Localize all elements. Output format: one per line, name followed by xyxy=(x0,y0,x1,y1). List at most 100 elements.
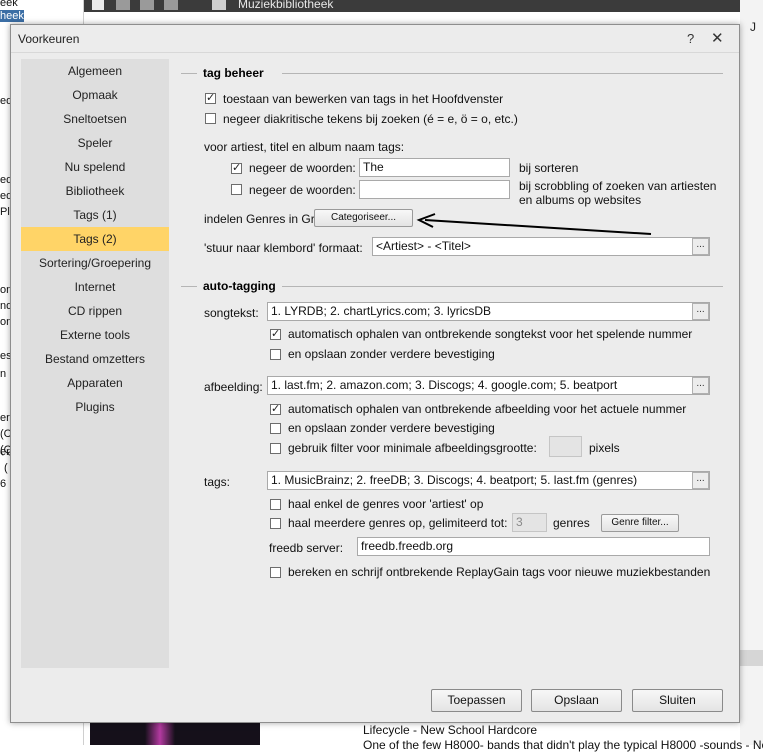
nav-item-sneltoetsen[interactable]: Sneltoetsen xyxy=(21,107,169,131)
tags-sources-options-button[interactable]: ... xyxy=(692,472,709,489)
artwork-label: afbeelding: xyxy=(204,380,263,394)
section-rule xyxy=(181,286,197,287)
nav-item-algemeen[interactable]: Algemeen xyxy=(21,59,169,83)
preferences-nav: Algemeen Opmaak Sneltoetsen Speler Nu sp… xyxy=(21,59,169,668)
lyrics-auto-label: automatisch ophalen van ontbrekende song… xyxy=(288,327,693,341)
background-sidebar-text: ( xyxy=(4,462,8,474)
artwork-sources-input[interactable]: 1. last.fm; 2. amazon.com; 3. Discogs; 4… xyxy=(267,376,710,395)
genre-limit-input[interactable]: 3 xyxy=(512,513,547,532)
nav-item-opmaak[interactable]: Opmaak xyxy=(21,83,169,107)
nav-item-speler[interactable]: Speler xyxy=(21,131,169,155)
artwork-save-label: en opslaan zonder verdere bevestiging xyxy=(288,421,495,435)
apply-button[interactable]: Toepassen xyxy=(431,689,522,712)
background-album-art xyxy=(90,723,260,745)
ignore-words-scrobble-checkbox[interactable] xyxy=(231,184,242,195)
section-rule xyxy=(282,286,723,287)
background-sidebar-text: heek xyxy=(0,10,24,22)
nav-item-nu-spelend[interactable]: Nu spelend xyxy=(21,155,169,179)
artist-genres-label: haal enkel de genres voor 'artiest' op xyxy=(288,497,484,511)
dialog-titlebar: Voorkeuren ? ✕ xyxy=(11,25,739,53)
background-right-text: J xyxy=(750,20,756,34)
genres-label: indelen Genres in Gr xyxy=(204,212,315,226)
background-track-description: One of the few H8000- bands that didn't … xyxy=(363,738,763,752)
nav-item-externe-tools[interactable]: Externe tools xyxy=(21,323,169,347)
clipboard-format-label: 'stuur naar klembord' formaat: xyxy=(204,241,363,255)
preferences-dialog: Voorkeuren ? ✕ Algemeen Opmaak Sneltoets… xyxy=(10,24,740,723)
background-right-bar xyxy=(740,650,763,666)
lyrics-label: songtekst: xyxy=(204,306,259,320)
artwork-min-size-input[interactable] xyxy=(549,436,582,457)
lyrics-sources-input[interactable]: 1. LYRDB; 2. chartLyrics.com; 3. lyricsD… xyxy=(267,302,710,321)
ignore-diacritics-checkbox[interactable] xyxy=(205,113,216,124)
allow-edit-checkbox[interactable] xyxy=(205,91,216,104)
save-button[interactable]: Opslaan xyxy=(531,689,622,712)
ignore-words-sort-label: negeer de woorden: xyxy=(249,161,356,175)
background-window-title: Muziekbibliotheek xyxy=(238,0,334,11)
artwork-save-checkbox[interactable] xyxy=(270,423,281,434)
freedb-server-input[interactable]: freedb.freedb.org xyxy=(357,537,710,556)
clipboard-format-input[interactable]: <Artiest> - <Titel> xyxy=(372,237,710,256)
nav-item-tags-2[interactable]: Tags (2) xyxy=(21,227,169,251)
for-artist-label: voor artiest, titel en album naam tags: xyxy=(204,140,405,154)
background-sidebar-text: er xyxy=(0,446,10,458)
background-stop-icon xyxy=(92,0,104,10)
section-tag-beheer: tag beheer xyxy=(203,66,264,80)
categorize-button[interactable]: Categoriseer... xyxy=(314,209,413,227)
ignore-words-scrobble-label: negeer de woorden: xyxy=(249,183,356,197)
section-rule xyxy=(181,73,197,74)
background-menu-icon xyxy=(212,0,226,10)
lyrics-auto-checkbox[interactable] xyxy=(270,327,281,340)
ignore-words-sort-suffix: bij sorteren xyxy=(519,161,579,175)
allow-edit-label: toestaan van bewerken van tags in het Ho… xyxy=(223,92,504,106)
artwork-filter-label: gebruik filter voor minimale afbeeldings… xyxy=(288,441,537,455)
lyrics-save-label: en opslaan zonder verdere bevestiging xyxy=(288,347,495,361)
background-repeat-icon xyxy=(164,0,178,10)
artist-genres-checkbox[interactable] xyxy=(270,499,281,510)
section-auto-tagging: auto-tagging xyxy=(203,279,276,293)
artwork-filter-checkbox[interactable] xyxy=(270,443,281,454)
background-toolbar xyxy=(0,0,763,12)
tags-sources-input[interactable]: 1. MusicBrainz; 2. freeDB; 3. Discogs; 4… xyxy=(267,471,710,490)
ignore-words-sort-input[interactable]: The xyxy=(359,158,510,177)
nav-item-tags-1[interactable]: Tags (1) xyxy=(21,203,169,227)
help-button[interactable]: ? xyxy=(687,31,694,46)
tags-label: tags: xyxy=(204,475,231,489)
background-prev-icon xyxy=(116,0,130,10)
artwork-sources-options-button[interactable]: ... xyxy=(692,377,709,394)
pixels-label: pixels xyxy=(589,441,620,455)
lyrics-save-checkbox[interactable] xyxy=(270,349,281,360)
nav-item-apparaten[interactable]: Apparaten xyxy=(21,371,169,395)
replaygain-checkbox[interactable] xyxy=(270,567,281,578)
background-sidebar-text: eek xyxy=(0,0,18,9)
ignore-words-scrobble-suffix: bij scrobbling of zoeken van artiesten xyxy=(519,179,717,193)
background-sidebar-text: n xyxy=(0,368,7,380)
lyrics-sources-options-button[interactable]: ... xyxy=(692,303,709,320)
dialog-title: Voorkeuren xyxy=(18,32,80,46)
nav-item-cd-rippen[interactable]: CD rippen xyxy=(21,299,169,323)
replaygain-label: bereken en schrijf ontbrekende ReplayGai… xyxy=(288,565,711,579)
nav-item-bibliotheek[interactable]: Bibliotheek xyxy=(21,179,169,203)
close-button[interactable]: Sluiten xyxy=(632,689,723,712)
annotation-arrow-icon xyxy=(416,213,652,235)
artwork-auto-label: automatisch ophalen van ontbrekende afbe… xyxy=(288,402,687,416)
nav-item-internet[interactable]: Internet xyxy=(21,275,169,299)
background-sidebar-text: er xyxy=(0,412,10,424)
nav-item-plugins[interactable]: Plugins xyxy=(21,395,169,419)
section-rule xyxy=(282,73,723,74)
multiple-genres-checkbox[interactable] xyxy=(270,518,281,529)
multiple-genres-label: haal meerdere genres op, gelimiteerd tot… xyxy=(288,516,508,530)
nav-item-bestand-omzetters[interactable]: Bestand omzetters xyxy=(21,347,169,371)
nav-item-sortering[interactable]: Sortering/Groepering xyxy=(21,251,169,275)
ignore-diacritics-label: negeer diakritische tekens bij zoeken (é… xyxy=(223,112,518,126)
close-icon[interactable]: ✕ xyxy=(711,29,724,47)
genre-filter-button[interactable]: Genre filter... xyxy=(601,514,679,532)
freedb-server-label: freedb server: xyxy=(269,541,344,555)
background-track-title: Lifecycle - New School Hardcore xyxy=(363,723,538,737)
ignore-words-sort-checkbox[interactable] xyxy=(231,161,242,174)
ignore-words-scrobble-suffix-2: en albums op websites xyxy=(519,193,642,207)
genres-word-label: genres xyxy=(553,516,590,530)
clipboard-format-options-button[interactable]: ... xyxy=(692,238,709,255)
background-next-icon xyxy=(140,0,154,10)
ignore-words-scrobble-input[interactable] xyxy=(359,180,510,199)
artwork-auto-checkbox[interactable] xyxy=(270,402,281,415)
